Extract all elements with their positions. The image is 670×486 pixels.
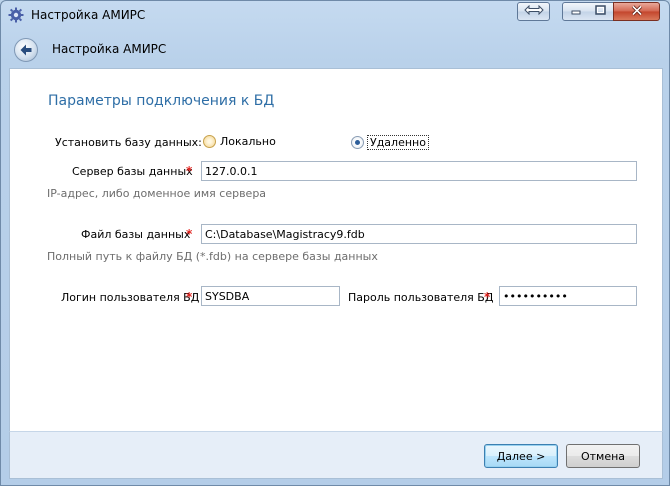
title-bar[interactable]: Настройка АМИРС — [1, 1, 669, 29]
next-button[interactable]: Далее > — [484, 444, 558, 468]
db-file-hint: Полный путь к файлу БД (*.fdb) на сервер… — [47, 250, 378, 263]
cancel-button[interactable]: Отмена — [566, 444, 640, 468]
radio-remote[interactable]: Удаленно — [351, 135, 429, 150]
required-mark: * — [484, 290, 491, 304]
close-button[interactable] — [613, 2, 660, 21]
server-label: Сервер базы данных — [72, 165, 193, 178]
server-input[interactable] — [201, 161, 637, 181]
gear-icon — [8, 7, 24, 23]
minimize-button[interactable] — [562, 2, 589, 21]
close-icon — [631, 4, 643, 19]
back-arrow-icon — [20, 44, 32, 56]
window-title: Настройка АМИРС — [31, 8, 146, 22]
login-input[interactable] — [201, 286, 340, 306]
password-input[interactable] — [499, 286, 637, 306]
wizard-nav-bar: Настройка АМИРС — [1, 29, 669, 67]
install-db-label: Установить базу данных: — [55, 136, 202, 149]
radio-local-indicator[interactable] — [203, 135, 216, 148]
radio-remote-label[interactable]: Удаленно — [367, 135, 429, 150]
required-mark: * — [186, 290, 193, 304]
required-mark: * — [186, 164, 193, 178]
radio-remote-indicator[interactable] — [351, 136, 364, 149]
section-heading: Параметры подключения к БД — [48, 93, 275, 109]
wizard-content: Параметры подключения к БД Установить ба… — [9, 68, 663, 432]
server-hint: IP-адрес, либо доменное имя сервера — [47, 187, 267, 200]
radio-local[interactable]: Локально — [203, 135, 277, 148]
wizard-footer: Далее > Отмена — [9, 431, 663, 479]
back-button[interactable] — [14, 38, 38, 62]
maximize-button[interactable] — [588, 2, 614, 21]
radio-local-label[interactable]: Локально — [219, 135, 277, 148]
resize-arrows-icon — [523, 4, 544, 18]
resize-button[interactable] — [517, 2, 550, 21]
required-mark: * — [186, 227, 193, 241]
login-label: Логин пользователя БД — [61, 291, 200, 304]
db-file-label: Файл базы данных — [81, 228, 191, 241]
password-label: Пароль пользователя БД — [348, 291, 494, 304]
page-title: Настройка АМИРС — [52, 42, 167, 56]
minimize-icon — [571, 5, 581, 18]
db-file-input[interactable] — [201, 224, 637, 244]
wizard-window: Настройка АМИРС Настройка АМИРС Параметр… — [0, 0, 670, 486]
maximize-icon — [595, 5, 606, 18]
